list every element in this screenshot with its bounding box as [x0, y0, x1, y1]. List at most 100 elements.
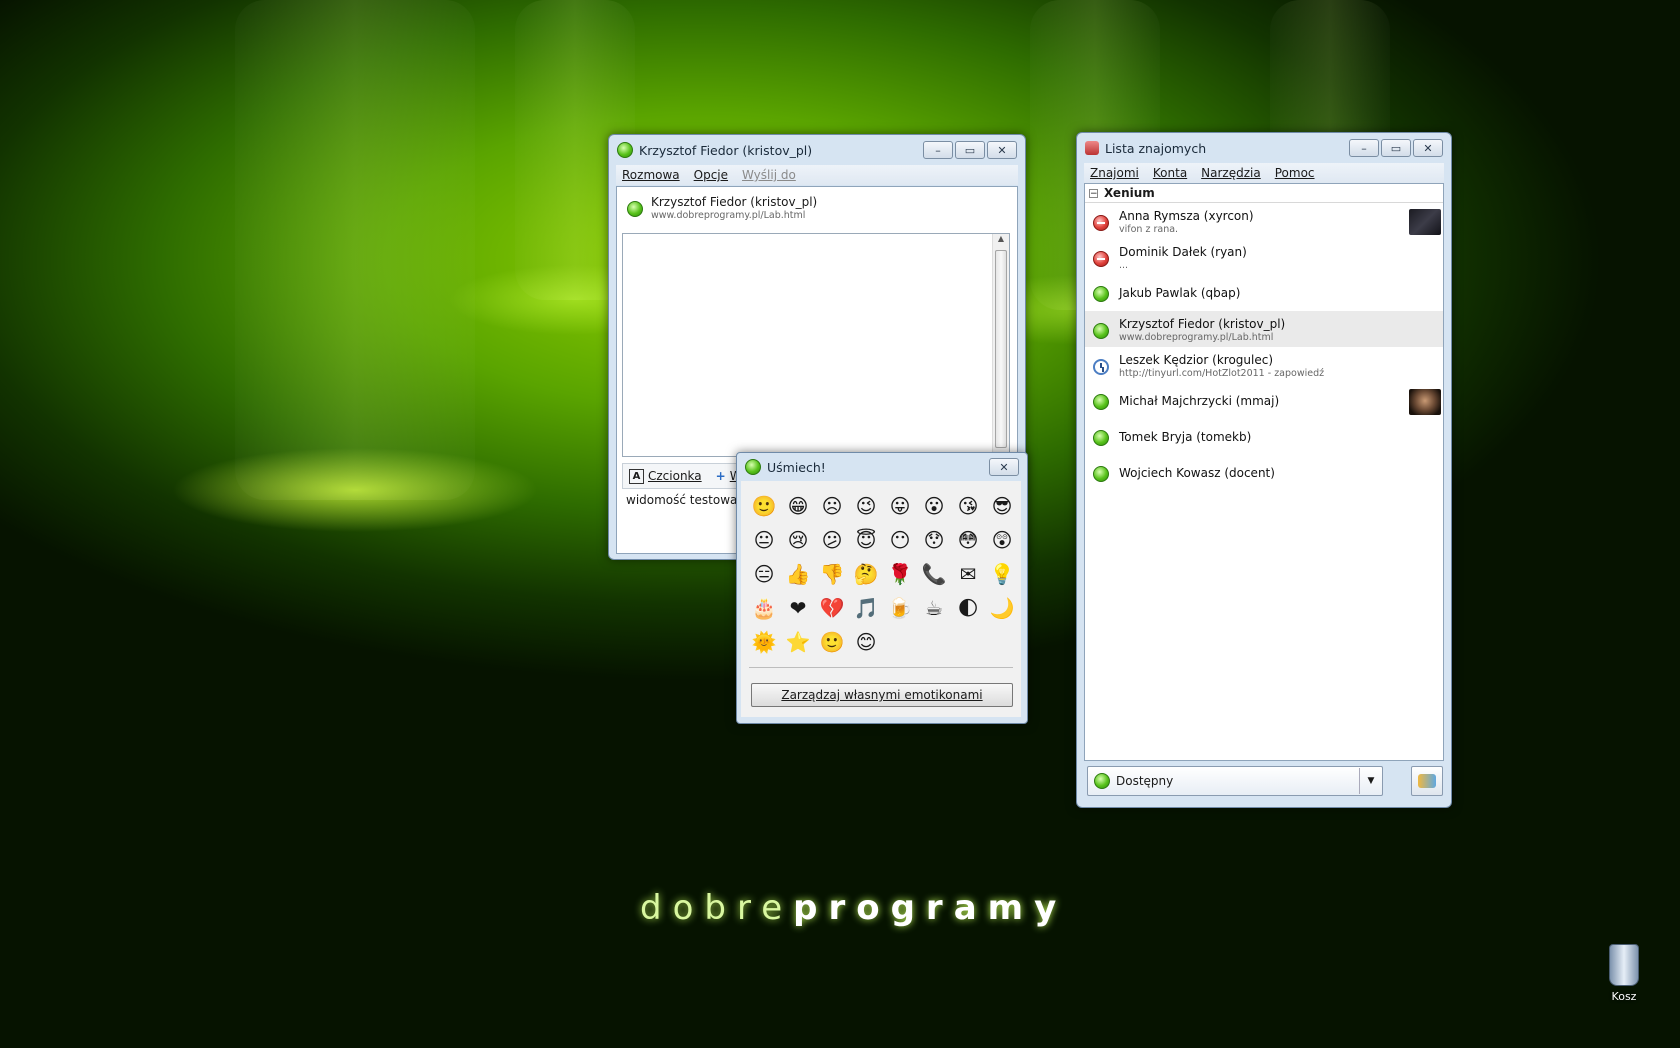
contact-row[interactable]: Jakub Pawlak (qbap) [1085, 275, 1443, 311]
status-available-icon [1093, 430, 1109, 446]
emoticon-item[interactable]: ⭐ [781, 625, 815, 659]
emoticon-item[interactable]: 😯 [917, 523, 951, 557]
group-name: Xenium [1104, 186, 1155, 200]
status-available-icon [1093, 466, 1109, 482]
emoticon-item[interactable]: ✉ [951, 557, 985, 591]
emoticon-item[interactable]: 💔 [815, 591, 849, 625]
contacts-maximize-button[interactable]: ▭ [1381, 139, 1411, 157]
maximize-button[interactable]: ▭ [955, 141, 985, 159]
emoticon-item[interactable]: 😘 [951, 489, 985, 523]
emoticon-item[interactable]: 👍 [781, 557, 815, 591]
collapse-icon[interactable]: − [1089, 188, 1098, 198]
users-icon [1418, 774, 1436, 788]
contact-name: Dominik Dałek (ryan) [1119, 245, 1247, 259]
contact-text: Anna Rymsza (xyrcon) vifon z rana. [1119, 209, 1254, 237]
emoticon-close-button[interactable]: ✕ [989, 458, 1019, 476]
contact-row[interactable]: Michał Majchrzycki (mmaj) [1085, 383, 1443, 419]
menu-wyslij-do[interactable]: Wyślij do [742, 168, 796, 182]
emoticon-titlebar[interactable]: Uśmiech! ✕ [737, 453, 1027, 481]
status-busy-icon [1093, 215, 1109, 231]
contact-rows: Anna Rymsza (xyrcon) vifon z rana. Dominik… [1085, 203, 1443, 491]
menu-narzedzia[interactable]: Narzędzia [1201, 166, 1261, 180]
emoticon-item[interactable]: 🙂 [815, 625, 849, 659]
contact-avatar [1409, 209, 1441, 235]
emoticon-item[interactable]: 🙂 [747, 489, 781, 523]
contact-text: Krzysztof Fiedor (kristov_pl) www.dobrepr… [1119, 317, 1285, 345]
emoticon-window-title: Uśmiech! [767, 459, 826, 475]
contact-text: Wojciech Kowasz (docent) [1119, 466, 1275, 480]
contacts-window-title: Lista znajomych [1105, 140, 1207, 156]
contact-row[interactable]: Anna Rymsza (xyrcon) vifon z rana. [1085, 203, 1443, 239]
emoticon-item[interactable]: ☕ [917, 591, 951, 625]
emoticon-item[interactable]: 🌹 [883, 557, 917, 591]
emoticon-item[interactable]: 👎 [815, 557, 849, 591]
contact-row[interactable]: Tomek Bryja (tomekb) [1085, 419, 1443, 455]
emoticon-item[interactable]: 😁 [781, 489, 815, 523]
emoticon-item[interactable]: ❤ [781, 591, 815, 625]
status-dropdown[interactable]: Dostępny ▼ [1087, 766, 1383, 796]
menu-konta[interactable]: Konta [1153, 166, 1187, 180]
emoticon-item[interactable]: 😐 [747, 523, 781, 557]
emoticon-item[interactable]: 🌙 [985, 591, 1019, 625]
contact-row[interactable]: Krzysztof Fiedor (kristov_pl) www.dobrepr… [1085, 311, 1443, 347]
emoticon-item[interactable]: 😲 [985, 523, 1019, 557]
contact-row[interactable]: Wojciech Kowasz (docent) [1085, 455, 1443, 491]
history-scrollbar[interactable]: ▲ [992, 234, 1009, 456]
status-busy-icon [1093, 251, 1109, 267]
contact-row[interactable]: Leszek Kędzior (krogulec) http://tinyurl.… [1085, 347, 1443, 383]
message-history[interactable]: ▲ [622, 233, 1010, 457]
contact-text: Leszek Kędzior (krogulec) http://tinyurl.… [1119, 353, 1324, 381]
menu-znajomi[interactable]: Znajomi [1090, 166, 1139, 180]
emoticon-item[interactable]: 💡 [985, 557, 1019, 591]
emoticon-item[interactable]: 🍺 [883, 591, 917, 625]
emoticon-item[interactable]: 🎵 [849, 591, 883, 625]
minimize-button[interactable]: – [923, 141, 953, 159]
contact-description: vifon z rana. [1119, 224, 1179, 235]
contacts-close-button[interactable]: ✕ [1413, 139, 1443, 157]
chat-titlebar[interactable]: Krzysztof Fiedor (kristov_pl) – ▭ ✕ [609, 135, 1025, 165]
avatar-button[interactable] [1411, 766, 1443, 796]
emoticon-item[interactable]: 🎂 [747, 591, 781, 625]
emoticon-item[interactable]: 😇 [849, 523, 883, 557]
contact-text: Dominik Dałek (ryan)... [1119, 245, 1247, 273]
emoticon-item[interactable]: 😶 [883, 523, 917, 557]
status-available-icon [1093, 323, 1109, 339]
group-header[interactable]: − Xenium [1085, 184, 1443, 203]
emoticon-item[interactable]: 😎 [985, 489, 1019, 523]
emoticon-item[interactable]: 😢 [781, 523, 815, 557]
scroll-up-icon[interactable]: ▲ [993, 234, 1009, 248]
status-available-icon [1094, 773, 1110, 789]
emoticon-item[interactable]: 📞 [917, 557, 951, 591]
emoticon-item[interactable]: 🌓 [951, 591, 985, 625]
manage-emoticons-button[interactable]: Zarządzaj własnymi emotikonami [751, 683, 1013, 707]
emoticon-title-icon [745, 459, 761, 475]
chevron-down-icon[interactable]: ▼ [1359, 768, 1382, 794]
contact-list-panel: − Xenium Anna Rymsza (xyrcon) vifon z ran… [1084, 183, 1444, 761]
status-available-icon [1093, 394, 1109, 410]
contacts-minimize-button[interactable]: – [1349, 139, 1379, 157]
trash-desktop-icon[interactable]: Kosz [1598, 944, 1650, 1003]
menu-rozmowa[interactable]: Rozmowa [622, 168, 680, 182]
emoticon-item[interactable]: ☹ [815, 489, 849, 523]
emoticon-item[interactable]: 😑 [747, 557, 781, 591]
emoticon-item[interactable]: 😮 [917, 489, 951, 523]
emoticon-item[interactable]: 😉 [849, 489, 883, 523]
chat-contact-name: Krzysztof Fiedor (kristov_pl) [651, 195, 818, 209]
contact-description: http://tinyurl.com/HotZlot2011 - zapowie… [1119, 368, 1325, 379]
emoticon-item[interactable]: 🤔 [849, 557, 883, 591]
emoticon-item[interactable]: 🌞 [747, 625, 781, 659]
scroll-thumb[interactable] [995, 250, 1007, 448]
status-bar: Dostępny ▼ [1084, 763, 1443, 799]
emoticon-item[interactable]: 😛 [883, 489, 917, 523]
emoticon-item[interactable]: 😊 [849, 625, 883, 659]
contact-avatar [1409, 389, 1441, 415]
menu-pomoc[interactable]: Pomoc [1275, 166, 1315, 180]
contacts-titlebar[interactable]: Lista znajomych – ▭ ✕ [1077, 133, 1451, 163]
emoticon-item[interactable]: 😳 [951, 523, 985, 557]
font-button[interactable]: Czcionka [648, 469, 702, 483]
contact-row[interactable]: Dominik Dałek (ryan)... [1085, 239, 1443, 275]
menu-opcje[interactable]: Opcje [694, 168, 728, 182]
contact-text: Michał Majchrzycki (mmaj) [1119, 394, 1279, 408]
close-button[interactable]: ✕ [987, 141, 1017, 159]
emoticon-item[interactable]: 😕 [815, 523, 849, 557]
